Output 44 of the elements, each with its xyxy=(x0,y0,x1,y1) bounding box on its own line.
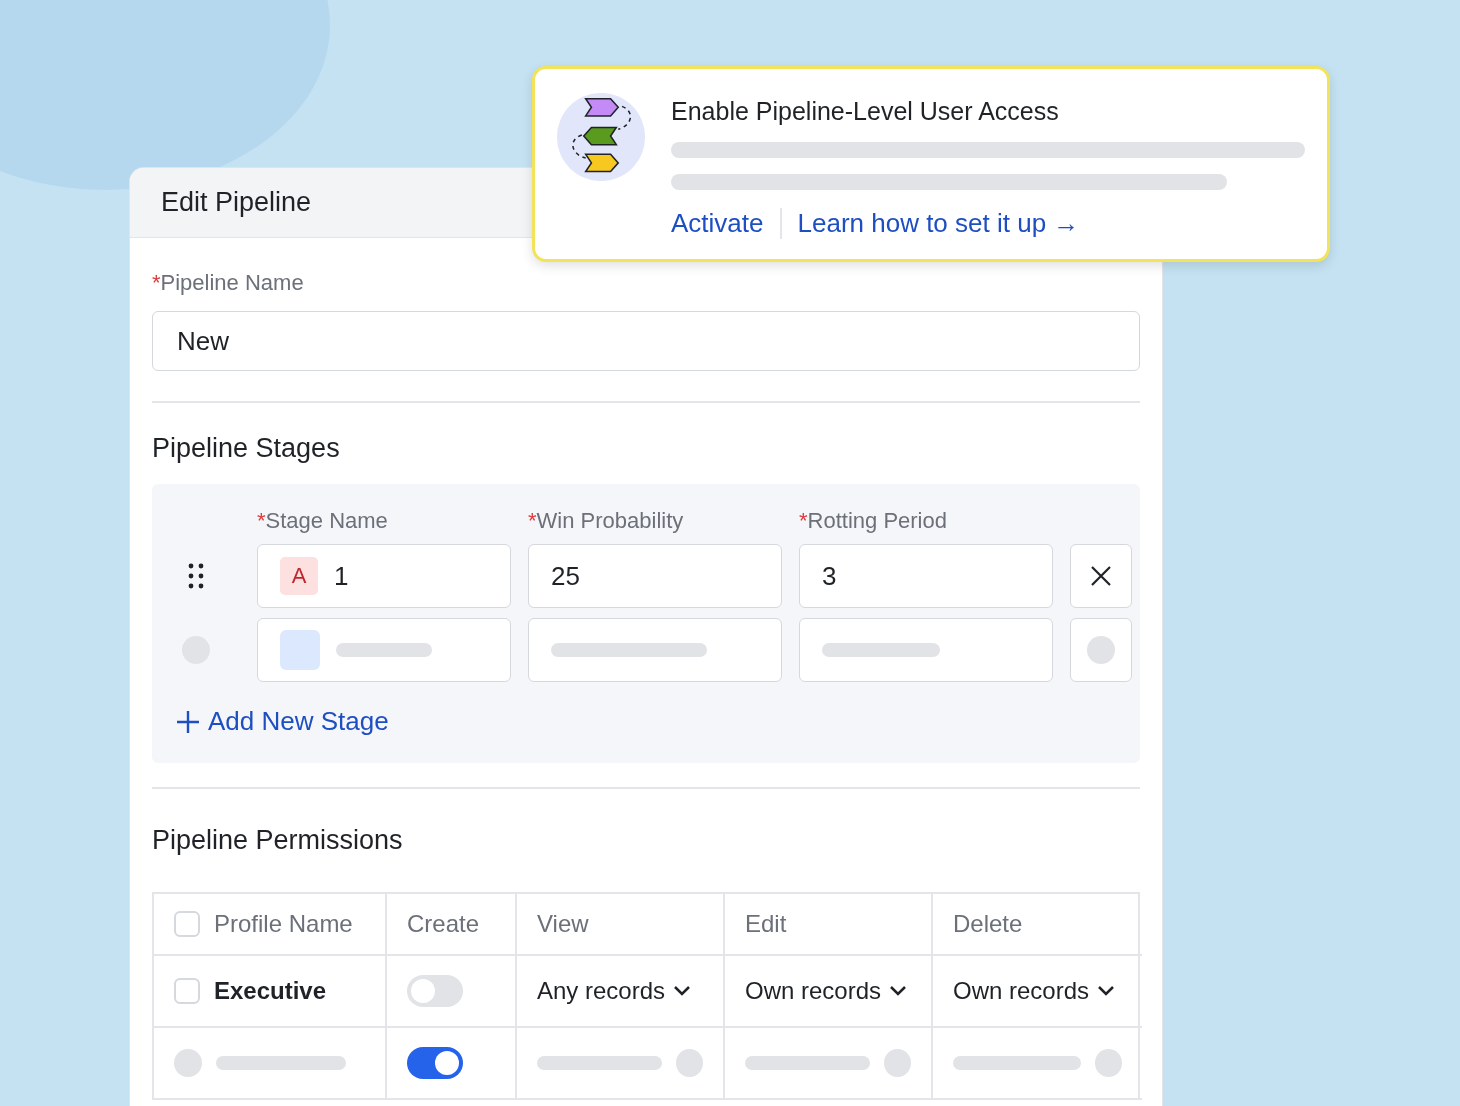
win-probability-field[interactable]: 25 xyxy=(528,544,782,608)
notification-link[interactable]: Learn how to set it up → xyxy=(781,208,1096,239)
drag-handle-icon[interactable] xyxy=(188,563,204,589)
notification-link[interactable]: Activate xyxy=(671,208,782,239)
column-header: View xyxy=(537,910,589,938)
section-title: Pipeline Stages xyxy=(152,433,341,464)
view-dropdown[interactable]: Any records xyxy=(537,977,692,1005)
stage-name-field[interactable]: A 1 xyxy=(257,544,511,608)
close-icon xyxy=(1090,565,1112,587)
chevron-down-icon xyxy=(1097,985,1116,997)
field-label: *Pipeline Name xyxy=(152,270,305,296)
column-label: *Win Probability xyxy=(528,508,685,534)
placeholder-dot xyxy=(884,1049,911,1077)
section-title: Pipeline Permissions xyxy=(152,825,404,856)
pipeline-name-field[interactable]: New xyxy=(152,311,1140,371)
column-header: Create xyxy=(407,910,480,938)
column-label: *Stage Name xyxy=(257,508,389,534)
add-stage-button[interactable]: Add New Stage xyxy=(176,706,389,737)
select-all-checkbox[interactable] xyxy=(174,911,200,937)
placeholder-dot xyxy=(676,1049,703,1077)
panel-title: Edit Pipeline xyxy=(161,187,312,218)
stage-name-value: 1 xyxy=(334,560,349,592)
placeholder-square xyxy=(280,630,320,670)
edit-dropdown[interactable]: Own records xyxy=(745,977,908,1005)
placeholder-dot xyxy=(1087,636,1115,664)
notification-title: Enable Pipeline-Level User Access xyxy=(671,97,1060,126)
create-toggle[interactable] xyxy=(407,1047,463,1079)
placeholder-dot xyxy=(174,1049,202,1077)
chevron-down-icon xyxy=(889,985,908,997)
remove-stage-button[interactable] xyxy=(1070,544,1132,608)
profile-name: Executive xyxy=(214,977,327,1005)
plus-icon xyxy=(176,709,200,734)
pipeline-stages-icon xyxy=(555,93,647,181)
rotting-period-field[interactable]: 3 xyxy=(799,544,1053,608)
column-header: Delete xyxy=(953,910,1023,938)
placeholder-dot xyxy=(1094,1049,1122,1077)
create-toggle[interactable] xyxy=(407,975,463,1007)
column-header: Profile Name xyxy=(214,910,353,938)
delete-dropdown[interactable]: Own records xyxy=(953,977,1116,1005)
column-header: Edit xyxy=(745,910,787,938)
column-label: *Rotting Period xyxy=(799,508,948,534)
stage-avatar: A xyxy=(280,557,318,595)
row-checkbox[interactable] xyxy=(174,978,200,1004)
chevron-down-icon xyxy=(673,985,692,997)
